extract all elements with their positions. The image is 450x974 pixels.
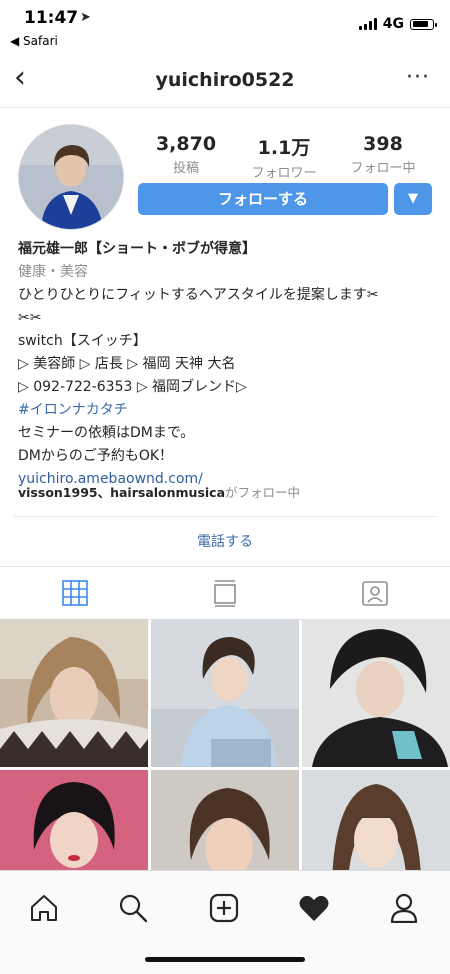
back-to-app[interactable]: ◀ Safari <box>10 34 58 48</box>
bio-line: DMからのご予約もOK！ <box>18 448 174 464</box>
profile-tabs <box>0 566 450 620</box>
home-icon[interactable] <box>29 893 59 923</box>
profile-username: yuichiro0522 <box>155 69 295 91</box>
post-thumbnail[interactable] <box>151 619 299 767</box>
bio-line: ひとりひとりにフィットするヘアスタイルを提案します✂︎ <box>18 287 379 303</box>
profile-category: 健康・美容 <box>18 264 88 280</box>
divider <box>14 516 436 517</box>
location-arrow-icon: ➤ <box>80 10 91 25</box>
heart-icon[interactable] <box>298 893 330 923</box>
bio-line: ▷ 092-722-6353 ▷ 福岡ブレンド▷ <box>18 379 247 395</box>
suggested-dropdown-button[interactable]: ▼ <box>394 183 432 215</box>
followers-label: フォロワー <box>251 166 317 181</box>
back-app-label: Safari <box>23 34 58 48</box>
feed-icon[interactable] <box>211 579 239 607</box>
following-count: 398 <box>363 133 403 155</box>
bio-line: switch【スイッチ】 <box>18 333 147 349</box>
network-label: 4G <box>382 16 404 32</box>
posts-label: 投稿 <box>172 161 199 176</box>
followed-by-users: visson1995、hairsalonmusica <box>18 485 226 500</box>
home-indicator <box>145 957 305 962</box>
new-post-icon[interactable] <box>209 893 239 923</box>
profile-avatar[interactable] <box>18 124 124 230</box>
battery-icon <box>410 18 437 30</box>
search-icon[interactable] <box>118 893 148 923</box>
posts-stat[interactable]: 3,870 投稿 <box>131 133 241 176</box>
profile-bio: 福元雄一郎【ショート・ボブが得意】 健康・美容 ひとりひとりにフィットするヘアス… <box>18 238 438 491</box>
signal-icon <box>358 18 377 30</box>
more-options-icon[interactable]: ··· <box>406 65 430 90</box>
profile-full-name: 福元雄一郎【ショート・ボブが得意】 <box>18 241 256 257</box>
grid-icon[interactable] <box>61 579 89 607</box>
status-indicators: 4G <box>358 16 437 32</box>
follow-button[interactable]: フォローする <box>138 183 388 215</box>
tagged-icon[interactable] <box>361 579 389 607</box>
followed-by-suffix: がフォロー中 <box>225 485 301 500</box>
following-stat[interactable]: 398 フォロー中 <box>328 133 438 176</box>
status-time: 11:47 <box>24 8 79 28</box>
call-button[interactable]: 電話する <box>0 531 450 551</box>
bio-line: ▷ 美容師 ▷ 店長 ▷ 福岡 天神 大名 <box>18 356 236 372</box>
bio-line: ✂︎✂︎ <box>18 310 42 326</box>
followers-stat[interactable]: 1.1万 フォロワー <box>229 133 339 181</box>
followed-by[interactable]: visson1995、hairsalonmusicaがフォロー中 <box>18 482 300 501</box>
profile-nav-bar: ‹ yuichiro0522 ··· <box>0 55 450 108</box>
post-thumbnail[interactable] <box>302 619 450 767</box>
profile-icon[interactable] <box>390 893 418 923</box>
bio-hashtag-link[interactable]: #イロンナカタチ <box>18 399 438 422</box>
following-label: フォロー中 <box>350 161 416 176</box>
posts-count: 3,870 <box>155 133 217 155</box>
post-thumbnail[interactable] <box>0 619 148 767</box>
followers-count: 1.1万 <box>257 137 311 159</box>
bio-line: セミナーの依頼はDMまで。 <box>18 425 195 441</box>
